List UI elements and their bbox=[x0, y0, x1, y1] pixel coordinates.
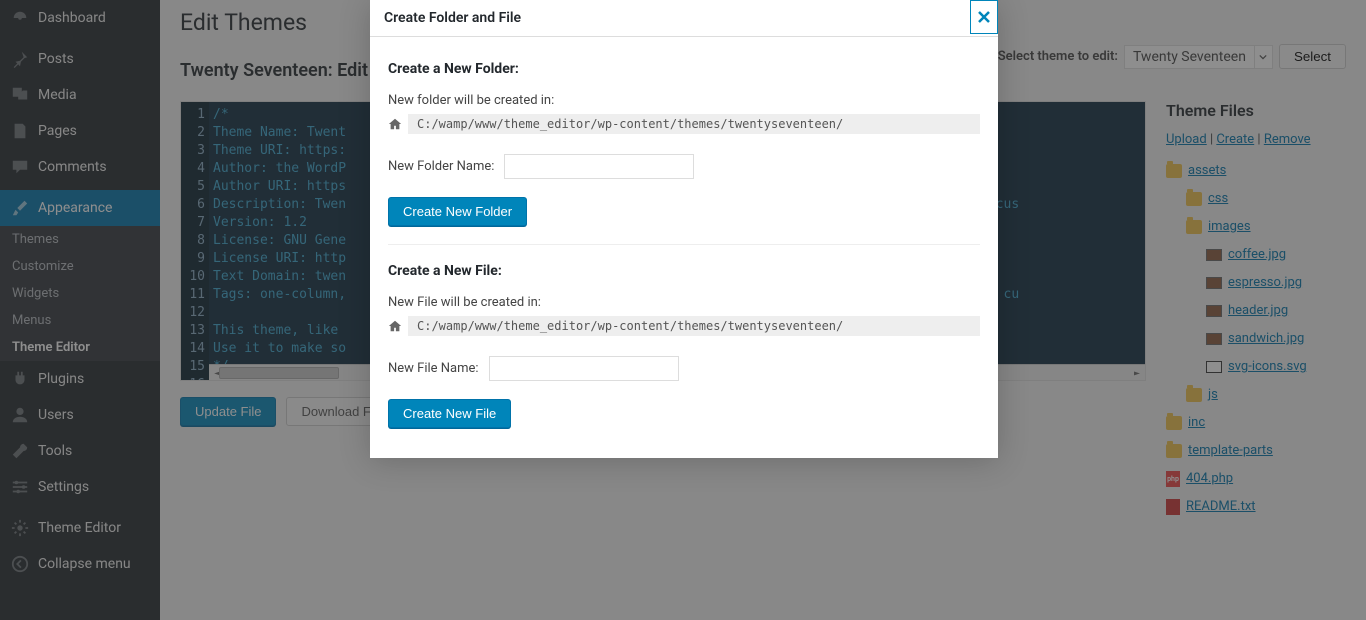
create-file-heading: Create a New File: bbox=[388, 263, 980, 279]
close-icon bbox=[978, 11, 990, 23]
folder-name-input[interactable] bbox=[504, 154, 694, 179]
folder-path-label: New folder will be created in: bbox=[388, 93, 980, 108]
home-icon bbox=[388, 117, 402, 131]
folder-name-label: New Folder Name: bbox=[388, 159, 494, 174]
modal-title: Create Folder and File bbox=[384, 10, 521, 26]
modal-header: Create Folder and File bbox=[370, 0, 998, 37]
home-icon bbox=[388, 319, 402, 333]
file-name-label: New File Name: bbox=[388, 361, 479, 376]
create-folder-file-modal: Create Folder and File Create a New Fold… bbox=[370, 0, 998, 458]
modal-close-button[interactable] bbox=[970, 0, 998, 34]
file-path-value: C:/wamp/www/theme_editor/wp-content/them… bbox=[408, 316, 980, 336]
folder-path-value: C:/wamp/www/theme_editor/wp-content/them… bbox=[408, 114, 980, 134]
file-name-input[interactable] bbox=[489, 356, 679, 381]
create-folder-heading: Create a New Folder: bbox=[388, 61, 980, 77]
file-path-label: New File will be created in: bbox=[388, 295, 980, 310]
create-folder-button[interactable]: Create New Folder bbox=[388, 197, 527, 226]
create-file-button[interactable]: Create New File bbox=[388, 399, 511, 428]
